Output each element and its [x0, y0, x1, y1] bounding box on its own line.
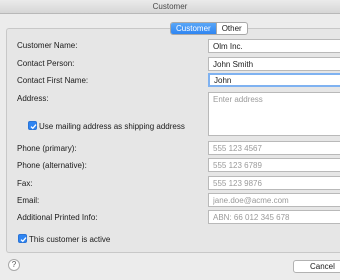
help-button[interactable]: ?: [8, 259, 20, 271]
address-field[interactable]: [208, 92, 340, 136]
fax-label: Fax:: [17, 179, 33, 188]
printed-info-label: Additional Printed Info:: [17, 213, 98, 222]
customer-name-field[interactable]: [208, 39, 340, 53]
contact-person-label: Contact Person:: [17, 59, 75, 68]
tab-customer[interactable]: Customer: [171, 23, 216, 34]
printed-info-field[interactable]: [208, 210, 340, 224]
phone-primary-field[interactable]: [208, 141, 340, 155]
phone-alt-field[interactable]: [208, 158, 340, 172]
fax-field[interactable]: [208, 176, 340, 190]
cancel-button[interactable]: Cancel: [293, 260, 340, 273]
window-title: Customer: [0, 0, 340, 14]
tab-other[interactable]: Other: [215, 23, 247, 34]
checkmark-icon: [20, 237, 27, 243]
address-label: Address:: [17, 94, 49, 103]
contact-person-field[interactable]: [208, 57, 340, 71]
phone-primary-label: Phone (primary):: [17, 144, 77, 153]
phone-alt-label: Phone (alternative):: [17, 161, 87, 170]
customer-active-label: This customer is active: [29, 235, 111, 244]
email-label: Email:: [17, 196, 40, 205]
customer-active-checkbox[interactable]: [18, 234, 27, 243]
mailing-address-checkbox[interactable]: [28, 121, 37, 130]
customer-name-label: Customer Name:: [17, 41, 78, 50]
checkmark-icon: [30, 124, 37, 130]
contact-first-name-label: Contact First Name:: [17, 76, 89, 85]
contact-first-name-field[interactable]: [208, 73, 340, 87]
mailing-address-label: Use mailing address as shipping address: [39, 122, 185, 131]
email-field[interactable]: [208, 193, 340, 207]
tab-bar: Customer Other: [170, 22, 248, 35]
